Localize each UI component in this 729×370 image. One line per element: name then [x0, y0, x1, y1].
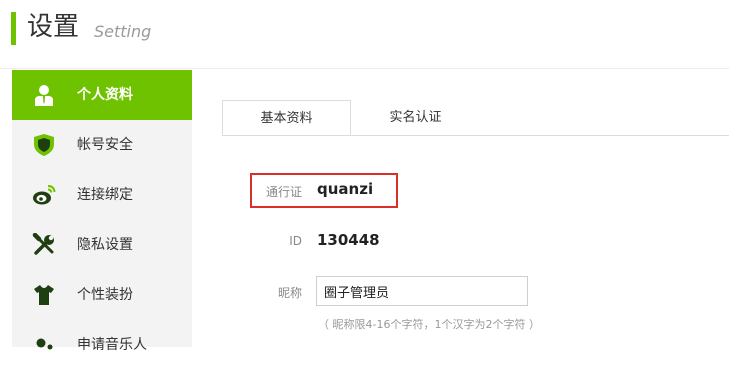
sidebar-item-privacy[interactable]: 隐私设置 [12, 220, 192, 270]
sidebar-item-musician[interactable]: 申请音乐人 [12, 320, 192, 370]
nickname-label: 昵称 [277, 286, 302, 300]
sidebar-item-account-security[interactable]: 帐号安全 [12, 120, 192, 170]
shield-icon [34, 134, 54, 156]
id-label: ID [289, 234, 302, 248]
profile-tabs: 基本资料 实名认证 [222, 100, 729, 136]
tab-basic-info[interactable]: 基本资料 [222, 100, 351, 135]
tshirt-icon [34, 285, 54, 305]
sidebar-item-label: 连接绑定 [77, 187, 133, 203]
tab-real-name-verification[interactable]: 实名认证 [362, 100, 469, 135]
sidebar-item-connections[interactable]: 连接绑定 [12, 170, 192, 220]
sidebar-item-label: 申请音乐人 [77, 337, 147, 353]
id-value: 130448 [317, 231, 380, 249]
user-icon [35, 85, 53, 106]
nickname-hint: （ 昵称限4-16个字符，1个汉字为2个字符 ） [318, 318, 540, 331]
nickname-input[interactable] [316, 276, 528, 306]
sidebar-item-personalize[interactable]: 个性装扮 [12, 270, 192, 320]
sidebar-item-profile[interactable]: 个人资料 [12, 70, 192, 120]
sidebar-item-label: 隐私设置 [77, 237, 133, 253]
passport-label: 通行证 [265, 185, 302, 199]
page-title: 设置 [27, 12, 80, 42]
sidebar-item-label: 帐号安全 [77, 137, 133, 153]
page-header: 设置 Setting [0, 0, 729, 69]
musician-icon [36, 338, 53, 350]
page-subtitle: Setting [94, 22, 152, 41]
sidebar-item-label: 个人资料 [77, 87, 133, 103]
sidebar-item-label: 个性装扮 [77, 287, 133, 303]
sidebar: 个人资料 帐号安全 连接绑定 隐私设置 个性装扮 申请音乐人 [12, 70, 192, 353]
header-accent-bar [11, 12, 16, 45]
weibo-icon [33, 185, 56, 205]
passport-value: quanzi [317, 180, 374, 198]
tools-icon [32, 233, 54, 255]
